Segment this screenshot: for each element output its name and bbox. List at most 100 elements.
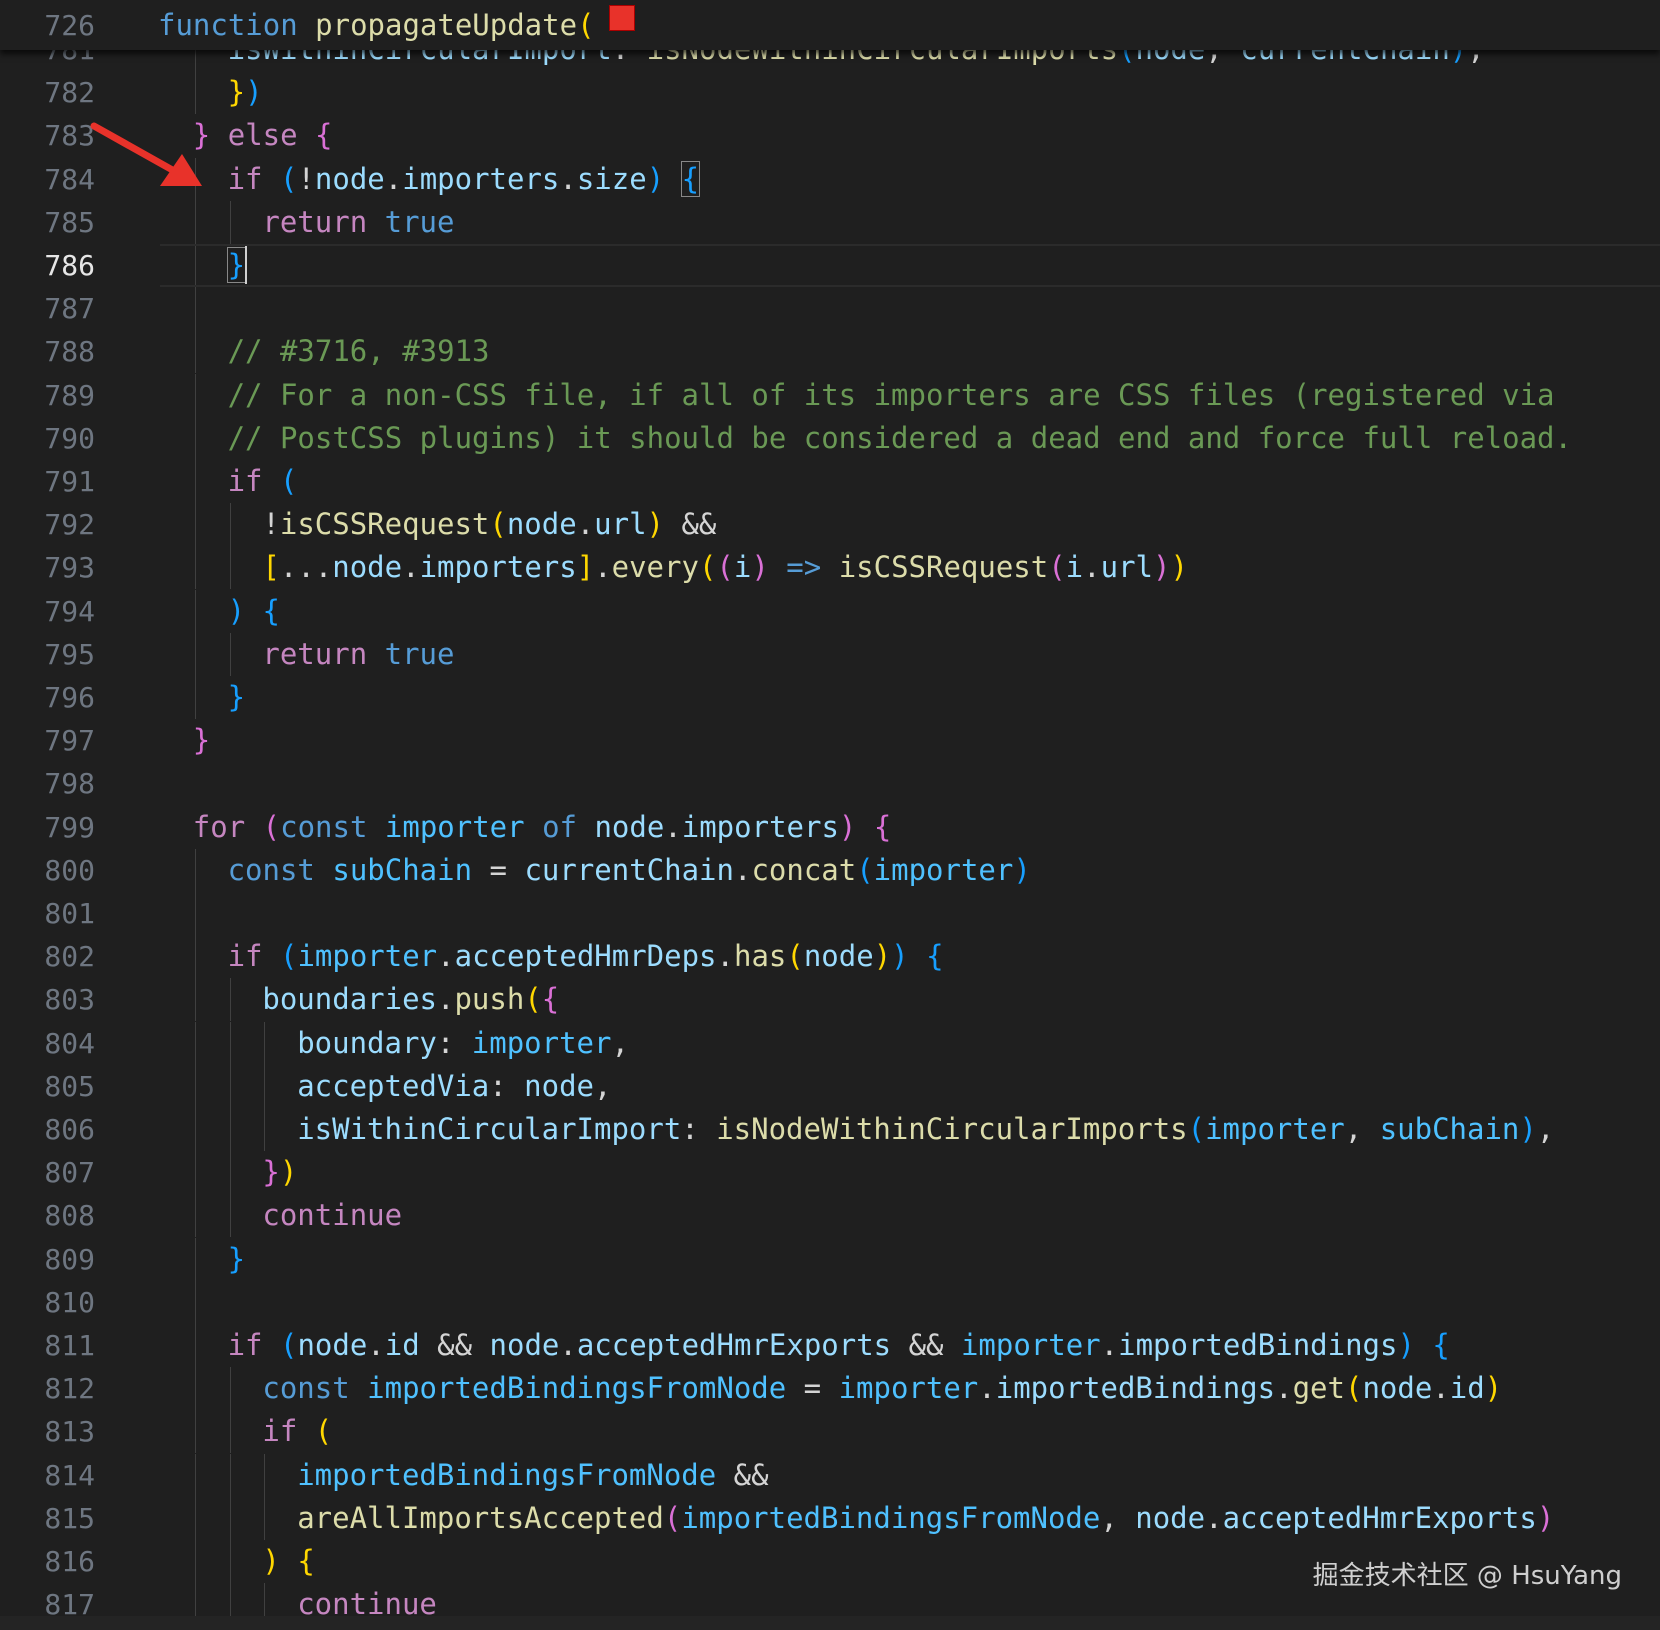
code-content: !isCSSRequest(node.url) &&	[262, 503, 733, 546]
breakpoint-marker[interactable]	[608, 5, 635, 31]
code-line[interactable]: 793 [...node.importers].every((i) => isCS…	[0, 546, 1660, 590]
line-number[interactable]: 786	[44, 244, 95, 287]
code-token: {	[873, 809, 892, 844]
line-number[interactable]: 793	[44, 546, 95, 589]
line-number[interactable]: 784	[44, 158, 95, 201]
code-line[interactable]: 807})	[0, 1151, 1660, 1195]
line-number[interactable]: 785	[44, 201, 95, 244]
line-number[interactable]: 802	[44, 935, 95, 978]
code-line[interactable]: 791 if (	[0, 460, 1660, 503]
line-number[interactable]: 800	[44, 849, 95, 892]
code-content: boundary: importer,	[297, 1022, 629, 1065]
indent-guide	[194, 330, 196, 374]
code-line[interactable]: 815 areAllImportsAccepted(importedBinding…	[0, 1496, 1660, 1540]
code-line[interactable]: 800 const subChain = currentChain.concat(…	[0, 848, 1660, 892]
line-number[interactable]: 797	[44, 719, 95, 762]
code-line[interactable]: 790 // PostCSS plugins) it should be cons…	[0, 416, 1660, 460]
code-line[interactable]: 806 isWithinCircularImport: isNodeWithinC…	[0, 1108, 1660, 1151]
code-token: (	[577, 8, 595, 42]
code-line[interactable]: 812 const importedBindingsFromNode = impo…	[0, 1367, 1660, 1411]
line-number[interactable]: 813	[44, 1410, 95, 1453]
code-token: (	[279, 161, 298, 196]
indent-guide	[229, 1453, 231, 1497]
line-number[interactable]: 794	[44, 590, 95, 633]
code-line[interactable]: 795 return true	[0, 632, 1660, 676]
line-number[interactable]: 791	[44, 460, 95, 503]
code-content: const importedBindingsFromNode = importe…	[262, 1367, 1502, 1410]
line-number[interactable]: 801	[44, 892, 95, 935]
code-line[interactable]: 805 acceptedVia: node,	[0, 1064, 1660, 1108]
code-line[interactable]: 810	[0, 1280, 1660, 1324]
line-number[interactable]: 790	[44, 417, 95, 460]
code-editor[interactable]: 781isWithinCircularImport: isNodeWithinC…	[0, 0, 1660, 1630]
line-number[interactable]: 782	[44, 71, 95, 114]
code-token: ,	[1344, 1112, 1380, 1146]
sticky-code-line: function propagateUpdate(	[158, 4, 635, 47]
line-number[interactable]: 812	[44, 1367, 95, 1410]
indent-guide	[194, 589, 196, 633]
line-number[interactable]: 816	[44, 1540, 95, 1583]
line-number[interactable]: 789	[44, 374, 95, 417]
code-line[interactable]: 802 if (importer.acceptedHmrDeps.has(node…	[0, 935, 1660, 979]
code-token: (	[716, 550, 734, 585]
code-line[interactable]: 789 // For a non-CSS file, if all of its …	[0, 373, 1660, 417]
line-number[interactable]: 788	[44, 330, 95, 373]
indent-guide	[194, 848, 196, 892]
line-number[interactable]: 798	[44, 762, 95, 805]
code-line[interactable]: 786}	[0, 244, 1660, 287]
code-line[interactable]: 799 for (const importer of node.importers…	[0, 806, 1660, 849]
code-token: importer	[297, 939, 438, 974]
code-line[interactable]: 804 boundary: importer,	[0, 1021, 1660, 1065]
line-number[interactable]: 810	[44, 1281, 95, 1324]
line-number[interactable]: 787	[44, 287, 95, 330]
code-line[interactable]: 813 if (	[0, 1410, 1660, 1454]
line-number[interactable]: 807	[44, 1151, 95, 1194]
code-token: (	[279, 1328, 298, 1362]
code-line[interactable]: 792 !isCSSRequest(node.url) &&	[0, 503, 1660, 547]
line-number[interactable]: 792	[44, 503, 95, 546]
line-number[interactable]: 811	[44, 1324, 95, 1367]
code-line[interactable]: 787	[0, 287, 1660, 331]
code-line[interactable]: 811 if (node.id && node.acceptedHmrExport…	[0, 1324, 1660, 1367]
line-number[interactable]: 799	[44, 806, 95, 849]
sticky-scroll-header[interactable]: 726 function propagateUpdate(	[0, 0, 1660, 50]
code-line[interactable]: 788 // #3716, #3913	[0, 330, 1660, 374]
line-number[interactable]: 795	[44, 633, 95, 676]
code-line[interactable]: 784 if (!node.importers.size) {	[0, 157, 1660, 201]
code-line[interactable]: 785 return true	[0, 200, 1660, 244]
line-number[interactable]: 804	[44, 1022, 95, 1065]
line-number[interactable]: 803	[44, 978, 95, 1021]
code-token: return	[262, 636, 368, 671]
code-token: boundary	[297, 1025, 437, 1060]
code-line[interactable]: 808 continue	[0, 1194, 1660, 1238]
code-line[interactable]: 783} else {	[0, 114, 1660, 157]
code-line[interactable]: 798	[0, 762, 1660, 805]
code-line[interactable]: 809}	[0, 1237, 1660, 1281]
line-number[interactable]: 814	[44, 1454, 95, 1497]
code-line[interactable]: 814 importedBindingsFromNode &&	[0, 1453, 1660, 1497]
indent-guide	[229, 200, 231, 244]
code-line[interactable]: 801	[0, 892, 1660, 935]
code-line[interactable]: 797}	[0, 719, 1660, 762]
code-token: const	[280, 809, 368, 844]
line-number[interactable]: 805	[44, 1065, 95, 1108]
code-line[interactable]: 782})	[0, 71, 1660, 115]
line-number[interactable]: 783	[44, 114, 95, 157]
line-number[interactable]: 808	[44, 1194, 95, 1237]
code-token: (	[524, 982, 542, 1017]
code-token: true	[384, 636, 455, 671]
line-number[interactable]: 806	[44, 1108, 95, 1151]
code-line[interactable]: 796}	[0, 676, 1660, 719]
line-number[interactable]: 815	[44, 1497, 95, 1540]
line-number[interactable]: 796	[44, 676, 95, 719]
code-token: continue	[262, 1198, 403, 1233]
code-token: if	[227, 161, 263, 196]
code-token: {	[926, 939, 944, 974]
code-line[interactable]: 803 boundaries.push({	[0, 978, 1660, 1022]
code-content: [...node.importers].every((i) => isCSSRe…	[262, 546, 1188, 589]
line-number[interactable]: 809	[44, 1238, 95, 1281]
code-token: (	[786, 939, 804, 974]
code-line[interactable]: 794) {	[0, 589, 1660, 633]
